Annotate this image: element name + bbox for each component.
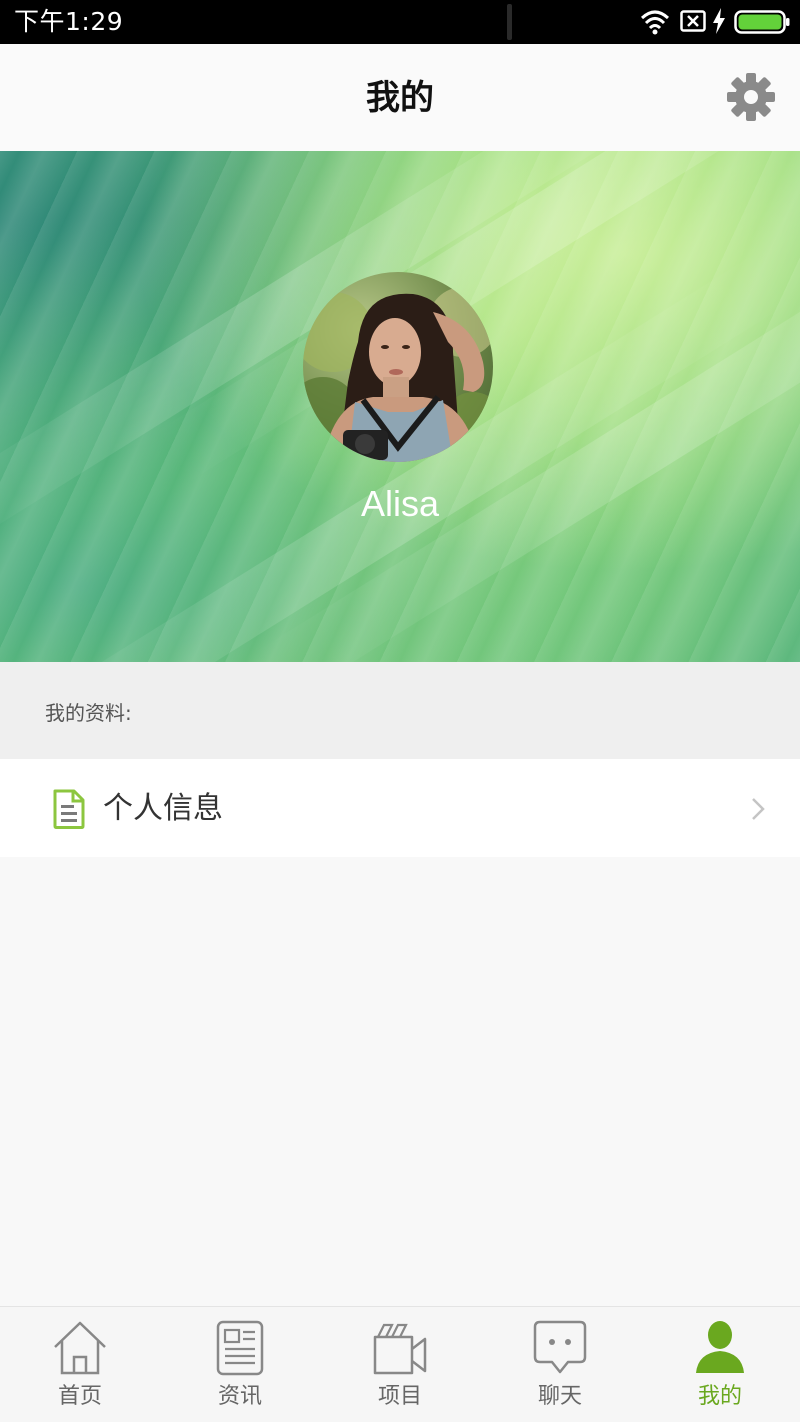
- status-divider: [507, 4, 512, 40]
- status-time: 下午1:29: [14, 7, 124, 36]
- profile-banner: Alisa: [0, 151, 800, 662]
- status-bar: 下午1:29: [0, 0, 800, 44]
- tab-home-label: 首页: [57, 1384, 102, 1409]
- wifi-icon: [640, 10, 670, 35]
- home-icon: [54, 1321, 106, 1375]
- tab-chat[interactable]: 聊天: [480, 1307, 640, 1422]
- bottom-nav: 首页 资讯 项目 聊天 我的: [0, 1306, 800, 1422]
- video-icon: [373, 1323, 427, 1375]
- battery-icon: [734, 10, 790, 34]
- settings-gear-icon[interactable]: [726, 72, 776, 122]
- tab-home[interactable]: 首页: [0, 1307, 160, 1422]
- username: Alisa: [360, 483, 440, 524]
- no-sim-icon: [680, 10, 706, 32]
- tab-me[interactable]: 我的: [640, 1307, 800, 1422]
- avatar[interactable]: [303, 272, 493, 462]
- app-header: 我的: [0, 44, 800, 151]
- personal-info-item[interactable]: 个人信息: [0, 759, 800, 857]
- tab-projects[interactable]: 项目: [320, 1307, 480, 1422]
- chevron-right-icon: [752, 798, 765, 820]
- section-label: 我的资料:: [45, 701, 132, 725]
- section-header: 我的资料:: [0, 662, 800, 759]
- personal-info-label: 个人信息: [103, 791, 223, 826]
- page-title: 我的: [366, 78, 434, 118]
- tab-chat-label: 聊天: [537, 1384, 582, 1409]
- charging-icon: [713, 8, 725, 34]
- tab-news[interactable]: 资讯: [160, 1307, 320, 1422]
- news-icon: [216, 1320, 264, 1376]
- chat-icon: [533, 1320, 587, 1374]
- tab-news-label: 资讯: [217, 1384, 262, 1409]
- tab-me-label: 我的: [697, 1384, 742, 1409]
- tab-projects-label: 项目: [377, 1384, 422, 1409]
- user-icon: [696, 1321, 744, 1373]
- document-icon: [53, 789, 85, 829]
- avatar-photo: [303, 287, 493, 462]
